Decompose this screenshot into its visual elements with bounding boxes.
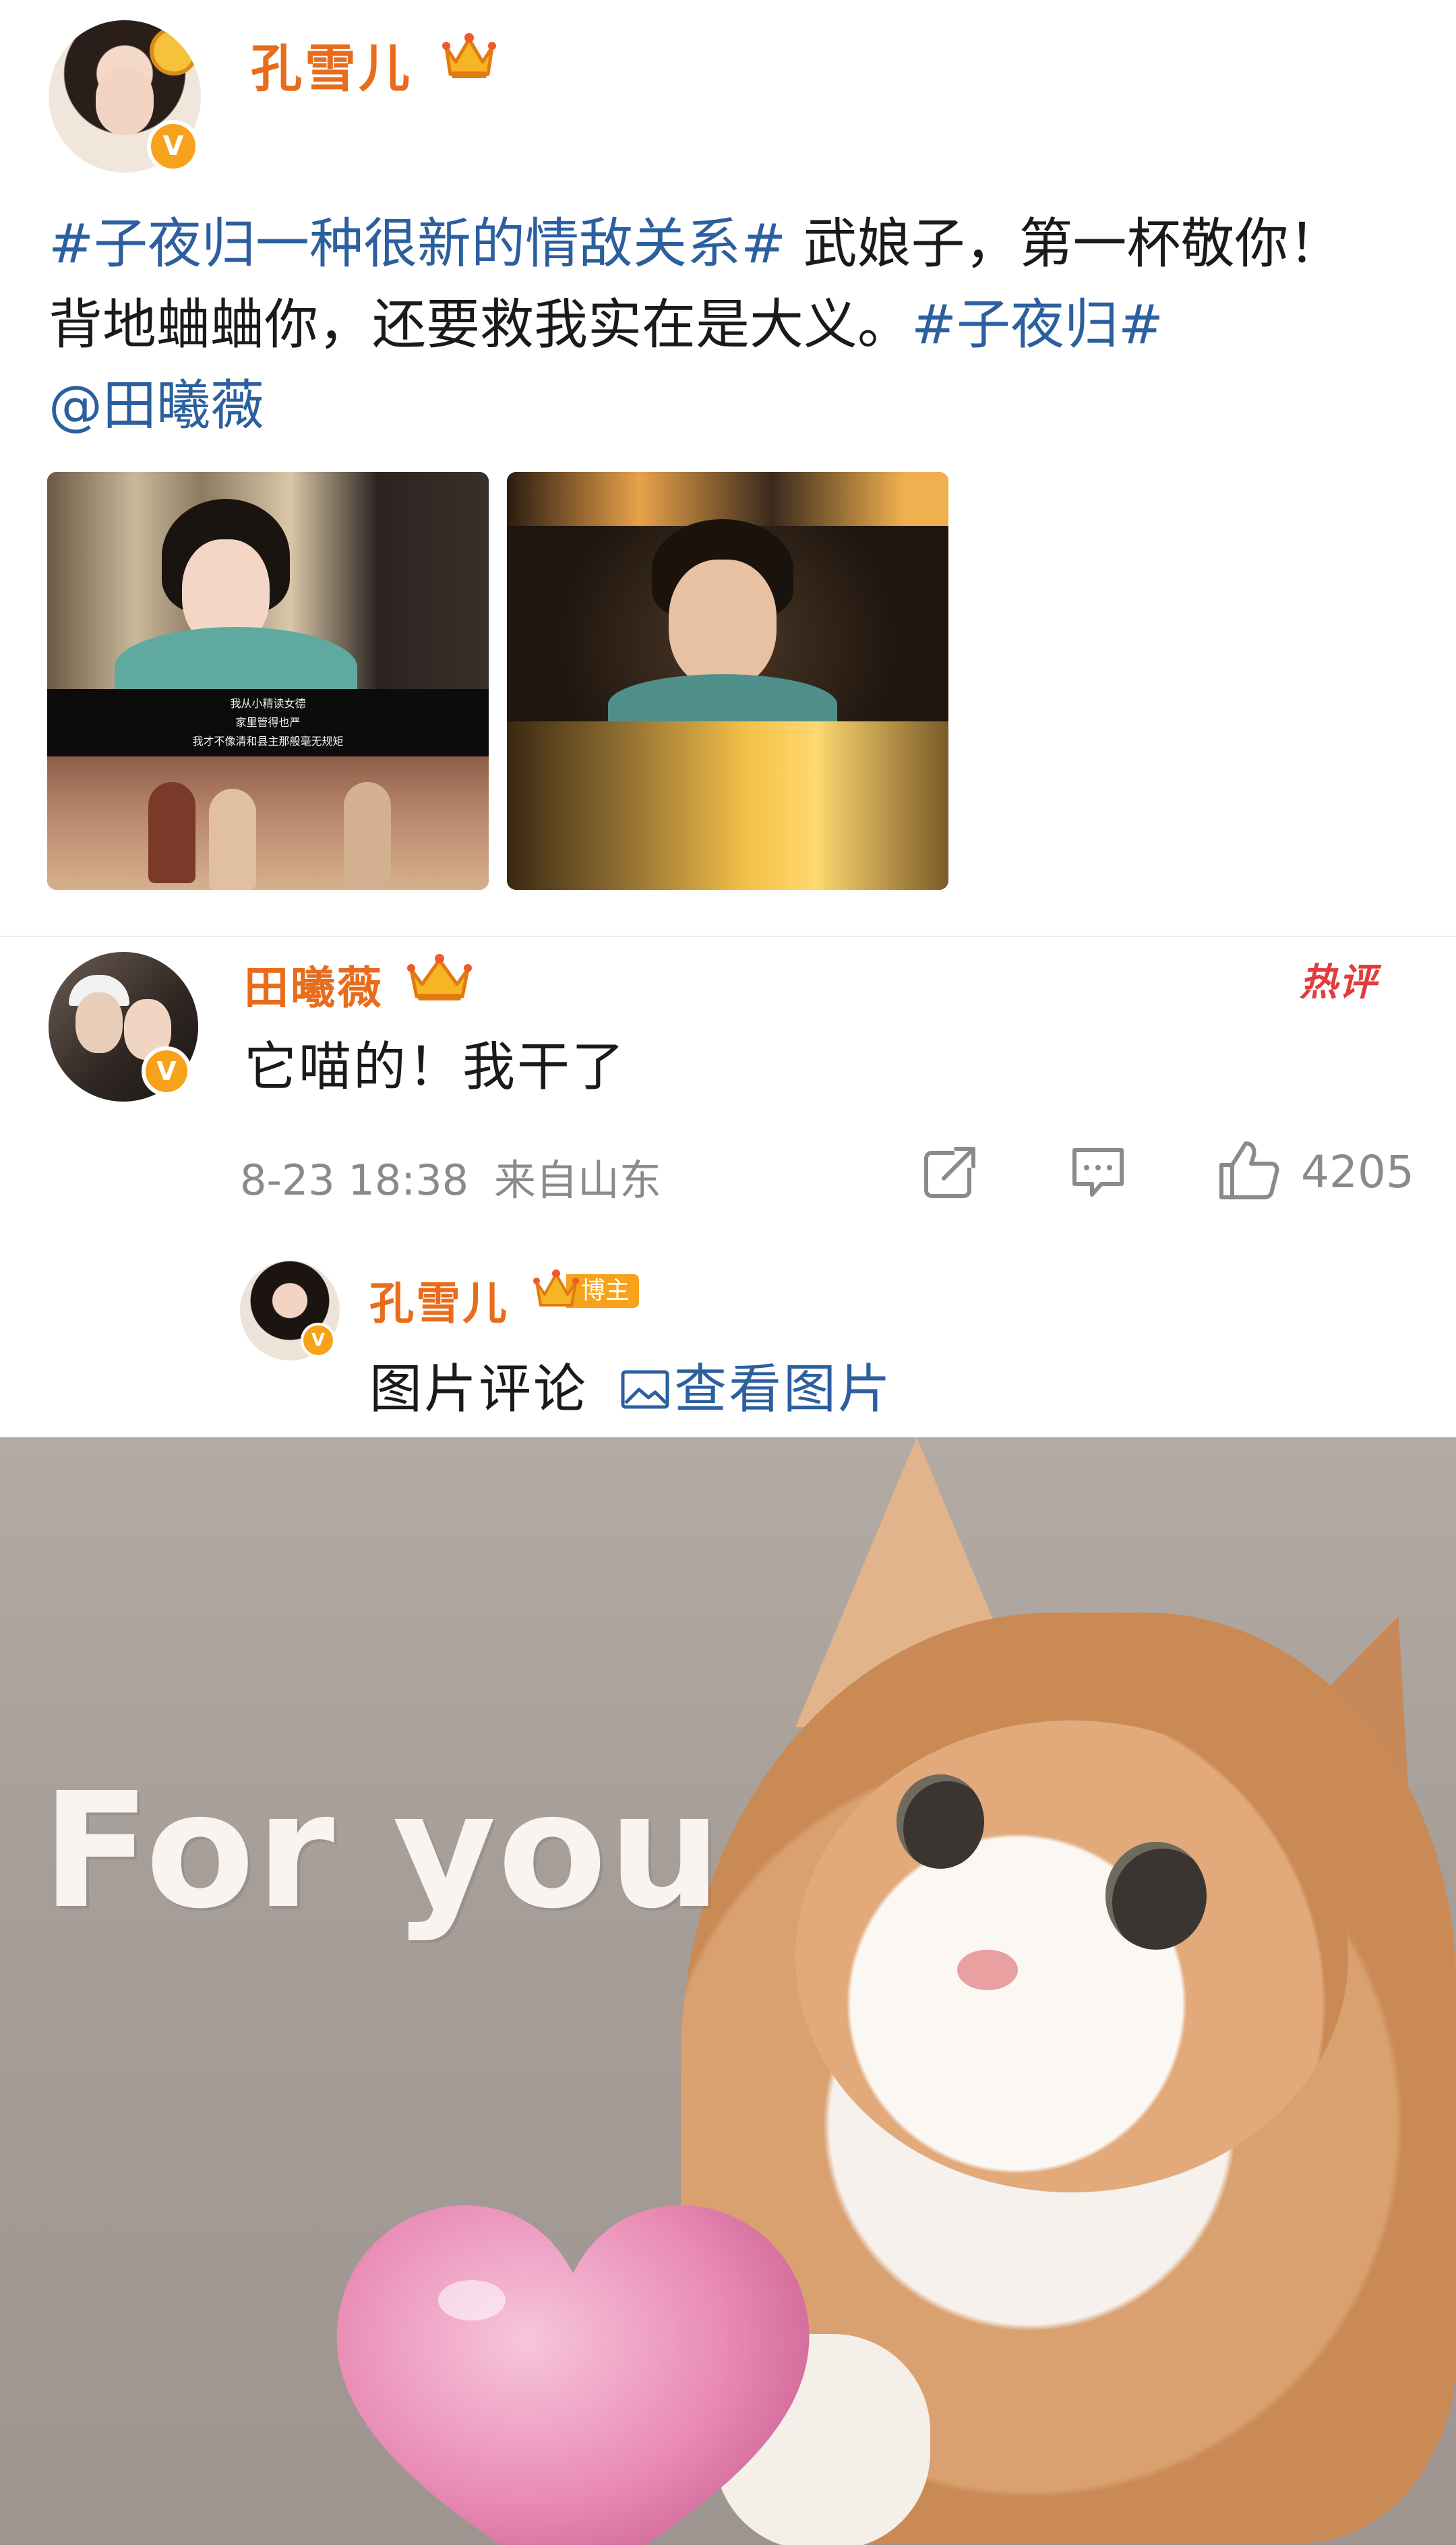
like-count: 4205 — [1301, 1146, 1414, 1198]
verified-icon: V — [142, 1046, 191, 1096]
comment-author-name[interactable]: 田曦薇 — [244, 952, 384, 1017]
comment-time: 8-23 18:38 — [240, 1156, 469, 1205]
comment-meta: 8-23 18:38 来自山东 — [240, 1146, 661, 1207]
video-subtitles: 我从小精读女德 家里管得也严 我才不像清和县主那般毫无规矩 — [47, 689, 489, 756]
post-text: #子夜归一种很新的情敌关系# 武娘子，第一杯敬你！ 背地蛐蛐你，还要救我实在是大… — [49, 204, 1403, 446]
verified-icon: V — [147, 120, 200, 173]
reply-text: 图片评论 — [369, 1359, 588, 1420]
crown-icon — [533, 1269, 579, 1307]
post-image-1[interactable]: 我从小精读女德 家里管得也严 我才不像清和县主那般毫无规矩 — [47, 472, 489, 890]
comment-text: 它喵的！我干了 — [244, 1037, 627, 1098]
comment-image[interactable]: For you — [0, 1437, 1456, 2545]
like-icon[interactable] — [1216, 1138, 1281, 1203]
crown-icon — [407, 954, 472, 1000]
post-author-name[interactable]: 孔雪儿 — [251, 27, 413, 101]
subtitle-line: 我才不像清和县主那般毫无规矩 — [192, 735, 344, 748]
comment-source: 来自山东 — [493, 1156, 661, 1205]
heart-icon — [336, 2205, 810, 2545]
verified-icon: V — [301, 1323, 336, 1358]
section-divider — [0, 936, 1456, 937]
reply-icon[interactable] — [1069, 1143, 1127, 1201]
hashtag-link[interactable]: #子夜归# — [911, 293, 1163, 356]
view-image-label[interactable]: 查看图片 — [674, 1359, 892, 1420]
hashtag-link[interactable]: #子夜归一种很新的情敌关系# — [49, 212, 786, 275]
reply-author-name[interactable]: 孔雪儿 — [369, 1267, 509, 1332]
hot-comment-badge: 热评 — [1300, 961, 1378, 1005]
subtitle-line: 我从小精读女德 — [230, 697, 306, 710]
post-image-2[interactable] — [507, 472, 948, 890]
view-image-link[interactable]: 查看图片 — [620, 1347, 892, 1423]
subtitle-line: 家里管得也严 — [235, 716, 301, 729]
share-icon[interactable] — [921, 1143, 979, 1201]
image-caption: For you — [42, 1758, 723, 1944]
picture-icon — [621, 1370, 669, 1409]
crown-icon — [442, 33, 496, 78]
mention-link[interactable]: @田曦薇 — [49, 374, 264, 437]
